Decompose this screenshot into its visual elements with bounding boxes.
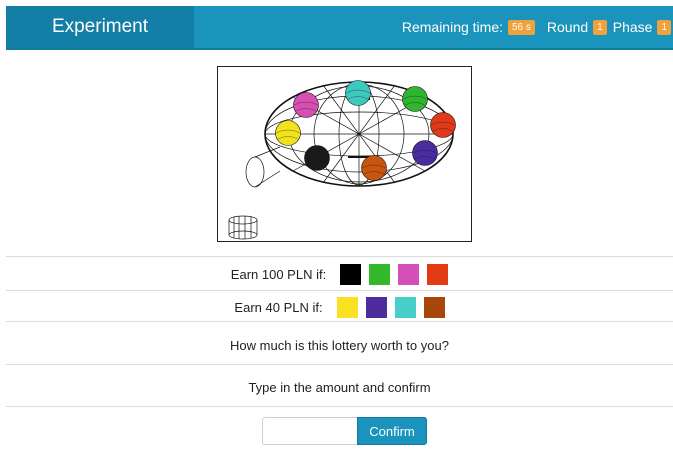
red-ball (430, 112, 456, 138)
confirm-button[interactable]: Confirm (357, 417, 427, 445)
cup-bottom (228, 230, 258, 240)
black-ball (304, 145, 330, 171)
earn-100-swatch (427, 263, 449, 285)
amount-form: Confirm (262, 417, 427, 445)
app-title: Experiment (6, 6, 194, 48)
instruction-text: Type in the amount and confirm (248, 379, 431, 395)
earn-100-swatch (369, 263, 391, 285)
spout-end (245, 156, 265, 188)
purple-ball (412, 140, 438, 166)
phase-badge: 1 (657, 19, 671, 35)
earn-100-row: Earn 100 PLN if: (6, 262, 673, 286)
top-navbar: Experiment Remaining time: 56 s Round 1 … (6, 6, 673, 50)
earn-40-swatches (329, 296, 445, 318)
remaining-time-badge: 56 s (508, 19, 535, 35)
earn-40-swatch (365, 296, 387, 318)
divider (6, 290, 673, 291)
divider (6, 256, 673, 257)
earn-40-swatch (336, 296, 358, 318)
earn-40-swatch (423, 296, 445, 318)
question-text: How much is this lottery worth to you? (230, 337, 449, 353)
green-ball (402, 86, 428, 112)
divider (6, 321, 673, 322)
spout-line (254, 170, 281, 188)
remaining-time-label: Remaining time: (401, 19, 503, 35)
phase-label: Phase (612, 19, 653, 35)
lottery-urn-figure (217, 66, 472, 242)
teal-ball (345, 80, 371, 106)
cup-top (228, 215, 258, 225)
earn-40-label: Earn 40 PLN if: (234, 299, 323, 315)
earn-100-label: Earn 100 PLN if: (230, 266, 327, 282)
earn-100-swatch (340, 263, 362, 285)
amount-input[interactable] (262, 417, 357, 445)
round-label: Round (546, 19, 589, 35)
earn-40-row: Earn 40 PLN if: (6, 295, 673, 319)
orange-ball (361, 155, 387, 181)
divider (6, 364, 673, 365)
divider (6, 406, 673, 407)
yellow-ball (275, 120, 301, 146)
earn-100-swatch (398, 263, 420, 285)
round-badge: 1 (593, 19, 607, 35)
magenta-ball (293, 92, 319, 118)
earn-40-swatch (394, 296, 416, 318)
earn-100-swatches (332, 263, 449, 285)
lottery-urn-drawing (228, 80, 456, 240)
status-bar: Remaining time: 56 s Round 1 Phase 1 (392, 6, 671, 48)
